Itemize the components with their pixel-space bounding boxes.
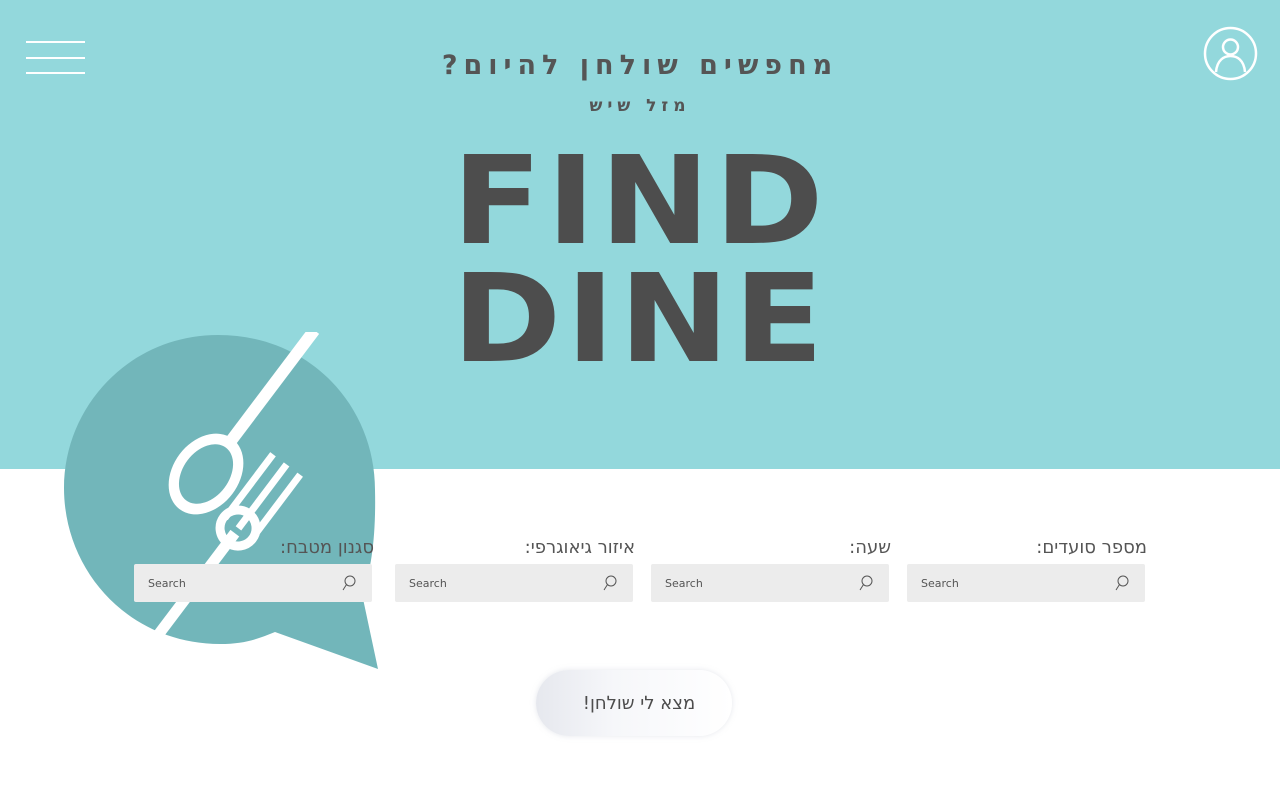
brand-title-line2: DINE [452, 248, 828, 390]
geographic-area-filter: איזור גיאוגרפי: [395, 537, 635, 603]
time-filter: שעה: [651, 537, 891, 603]
cuisine-style-label: סגנון מטבח: [280, 537, 374, 558]
cuisine-style-search-box[interactable] [134, 564, 372, 602]
brand-title-line1: FIND [452, 130, 828, 272]
time-label: שעה: [849, 537, 891, 558]
geographic-area-label: איזור גיאוגרפי: [524, 537, 635, 558]
geographic-area-input[interactable] [395, 564, 633, 602]
find-table-button[interactable]: מצא לי שולחן! [536, 670, 732, 736]
menu-bar [26, 41, 85, 43]
hamburger-menu-button[interactable] [26, 40, 86, 76]
time-search-box[interactable] [651, 564, 889, 602]
tagline: מחפשים שולחן להיום? [441, 50, 839, 81]
user-profile-button[interactable] [1203, 26, 1258, 81]
diners-count-filter: מספר סועדים: [907, 537, 1147, 603]
subtagline: מזל שיש [589, 96, 691, 116]
menu-bar [26, 72, 85, 74]
fork-spoon-bubble-logo [64, 332, 378, 669]
find-table-button-label: מצא לי שולחן! [582, 692, 696, 714]
diners-count-input[interactable] [907, 564, 1145, 602]
diners-count-label: מספר סועדים: [1036, 537, 1147, 558]
cuisine-style-input[interactable] [134, 564, 372, 602]
diners-count-search-box[interactable] [907, 564, 1145, 602]
cuisine-style-filter: סגנון מטבח: [134, 537, 374, 603]
time-input[interactable] [651, 564, 889, 602]
user-profile-icon [1203, 26, 1258, 81]
menu-bar [26, 57, 85, 59]
geographic-area-search-box[interactable] [395, 564, 633, 602]
